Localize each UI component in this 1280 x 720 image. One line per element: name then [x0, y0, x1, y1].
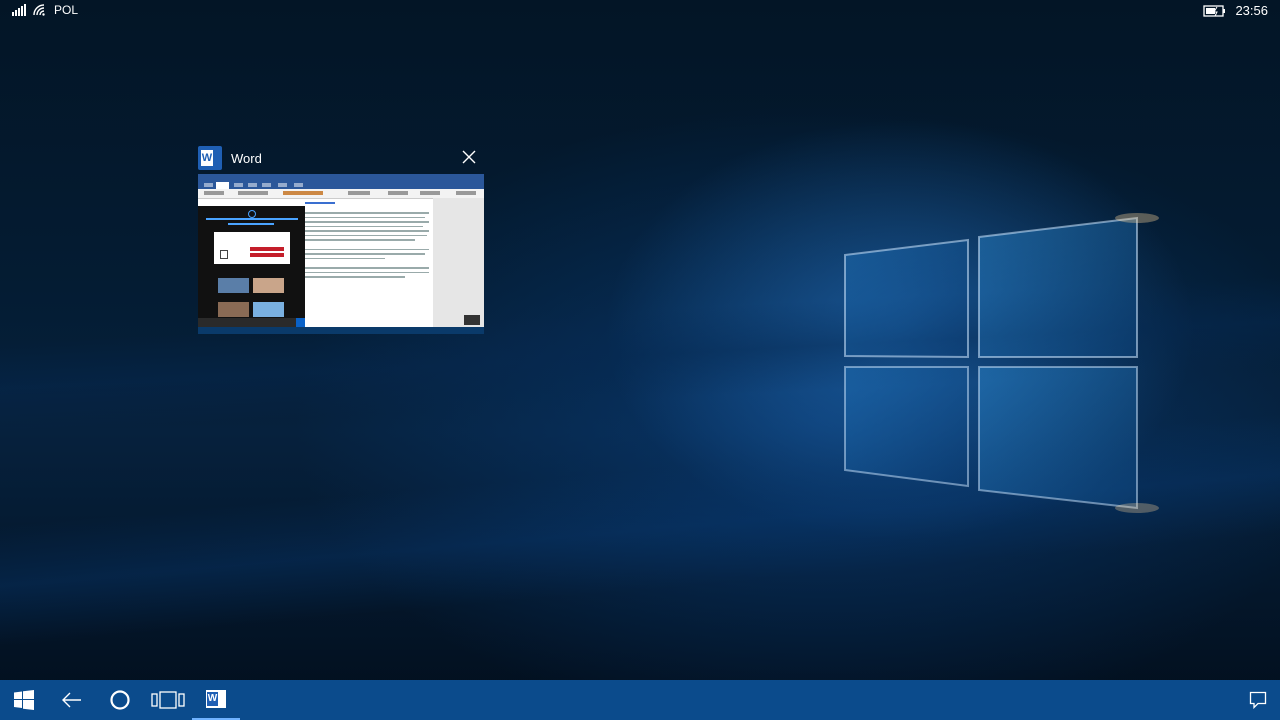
- task-view-card-word[interactable]: W Word: [198, 144, 486, 334]
- word-icon: W: [206, 690, 226, 708]
- preview-titlebar: [198, 174, 484, 181]
- word-icon: W: [198, 146, 222, 170]
- network-label: POL: [54, 3, 79, 17]
- window-preview[interactable]: [198, 174, 484, 334]
- action-center-button[interactable]: [1236, 680, 1280, 720]
- preview-side-pane: [433, 198, 484, 329]
- back-button[interactable]: [48, 680, 96, 720]
- back-icon: [62, 692, 81, 708]
- status-bar: POL 23:56: [0, 0, 1280, 22]
- preview-cortana-panel: [198, 206, 305, 334]
- close-icon[interactable]: [460, 148, 478, 166]
- cortana-icon: [110, 690, 130, 710]
- start-button[interactable]: [0, 680, 48, 720]
- preview-document: [305, 202, 431, 332]
- taskbar: W: [0, 680, 1280, 720]
- light-beam: [0, 414, 1280, 646]
- light-beam: [0, 276, 1280, 434]
- taskbar-word-button[interactable]: W: [192, 680, 240, 720]
- preview-search-box: [198, 318, 296, 327]
- battery-charging-icon: [1203, 4, 1226, 17]
- app-title: Word: [231, 151, 262, 166]
- cortana-button[interactable]: [96, 680, 144, 720]
- task-view-icon: [151, 691, 185, 709]
- preview-taskbar: [198, 327, 484, 334]
- windows-logo-wallpaper: [844, 213, 1159, 513]
- clock: 23:56: [1235, 3, 1268, 18]
- task-view-button[interactable]: [144, 680, 192, 720]
- action-center-icon: [1249, 691, 1267, 709]
- start-icon: [14, 690, 34, 710]
- task-view-card-header: W Word: [198, 144, 486, 174]
- preview-ribbon-tabs: [198, 181, 484, 189]
- preview-search-button: [296, 318, 305, 327]
- signal-strength-icon: [12, 4, 26, 16]
- wifi-icon: [33, 4, 45, 16]
